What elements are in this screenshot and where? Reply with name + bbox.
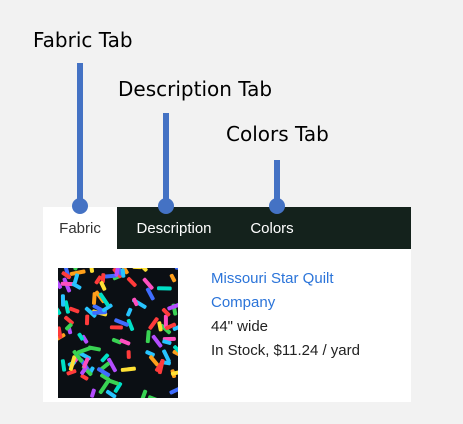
fabric-print-mark: [80, 374, 89, 381]
colors-tab-callout: Colors Tab: [226, 122, 329, 146]
fabric-print-mark: [58, 326, 63, 339]
fabric-print-mark: [84, 314, 90, 326]
fabric-tab-callout: Fabric Tab: [33, 28, 133, 52]
fabric-print-mark: [90, 388, 96, 398]
fabric-print-mark: [145, 330, 151, 344]
product-width: 44" wide: [211, 318, 269, 335]
fabric-print-mark: [126, 276, 137, 288]
fabric-print-mark: [120, 366, 136, 372]
fabric-print-mark: [174, 268, 178, 271]
fabric-print-mark: [64, 315, 74, 325]
fabric-print-mark: [126, 350, 131, 359]
fabric-print-mark: [126, 307, 133, 317]
tab-bar: Fabric Description Colors: [43, 207, 411, 249]
product-panel: Fabric Description Colors Missouri Star …: [43, 207, 411, 402]
fabric-print-mark: [91, 292, 97, 305]
fabric-swatch-image[interactable]: [58, 268, 178, 398]
description-tab-callout: Description Tab: [118, 77, 273, 101]
fabric-pattern: [58, 268, 178, 398]
fabric-print-mark: [87, 345, 101, 352]
fabric-print-mark: [119, 338, 131, 346]
fabric-print-mark: [156, 286, 172, 291]
fabric-print-mark: [60, 294, 66, 307]
fabric-print-mark: [140, 389, 148, 398]
fabric-print-mark: [60, 359, 67, 372]
fabric-print-mark: [88, 268, 95, 273]
fabric-print-mark: [169, 385, 178, 395]
tab-colors[interactable]: Colors: [239, 207, 305, 249]
fabric-print-mark: [147, 395, 160, 398]
product-name-link[interactable]: Missouri Star Quilt Company: [211, 267, 401, 315]
fabric-print-mark: [169, 273, 177, 283]
product-info: Missouri Star Quilt Company 44" wide In …: [211, 267, 401, 363]
colors-tab-callout-dot: [269, 198, 285, 214]
fabric-tab-connector: [77, 63, 83, 205]
fabric-print-mark: [151, 334, 163, 348]
product-stock-price: In Stock, $11.24 / yard: [211, 342, 360, 359]
description-tab-connector: [163, 113, 169, 205]
fabric-print-mark: [68, 306, 80, 314]
fabric-print-mark: [109, 325, 123, 330]
fabric-print-mark: [132, 268, 142, 270]
tab-description[interactable]: Description: [123, 207, 225, 249]
fabric-tab-callout-dot: [72, 198, 88, 214]
fabric-print-mark: [99, 281, 107, 291]
description-tab-callout-dot: [158, 198, 174, 214]
